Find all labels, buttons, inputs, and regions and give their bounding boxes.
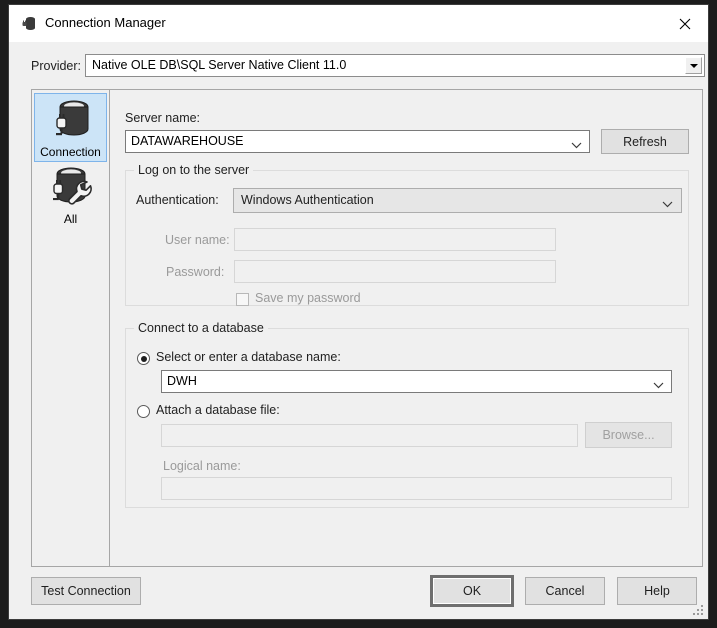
server-name-combobox[interactable]: DATAWAREHOUSE <box>125 130 590 153</box>
browse-button[interactable]: Browse... <box>585 422 672 448</box>
category-sidebar: Connection All <box>31 89 110 567</box>
user-name-label: User name: <box>165 233 230 247</box>
help-button[interactable]: Help <box>617 577 697 605</box>
chevron-down-icon <box>571 138 582 152</box>
password-field[interactable] <box>234 260 556 283</box>
save-password-checkbox[interactable] <box>236 293 249 306</box>
logon-group-caption: Log on to the server <box>134 163 254 177</box>
attach-database-radio[interactable] <box>137 405 150 418</box>
logical-name-label: Logical name: <box>163 459 241 473</box>
sidebar-item-connection[interactable]: Connection <box>34 93 107 162</box>
authentication-value: Windows Authentication <box>241 193 374 207</box>
logon-group: Log on to the server Authentication: Win… <box>125 163 689 306</box>
cancel-button[interactable]: Cancel <box>525 577 605 605</box>
database-name-combobox[interactable]: DWH <box>161 370 672 393</box>
password-label: Password: <box>166 265 225 279</box>
resize-grip[interactable] <box>692 604 704 616</box>
connection-settings-panel: Server name: DATAWAREHOUSE Refresh Log o… <box>109 89 703 567</box>
connection-manager-dialog: Connection Manager Provider: Native OLE … <box>8 4 709 620</box>
database-group-caption: Connect to a database <box>134 321 268 335</box>
user-name-field[interactable] <box>234 228 556 251</box>
close-icon[interactable] <box>662 5 708 42</box>
title-bar: Connection Manager <box>9 5 708 42</box>
select-database-radio[interactable] <box>137 352 150 365</box>
sidebar-item-label: Connection <box>40 145 101 159</box>
ok-button[interactable]: OK <box>432 577 512 605</box>
save-password-label: Save my password <box>255 291 361 305</box>
server-name-label: Server name: <box>125 111 201 125</box>
database-name-value: DWH <box>167 374 197 388</box>
authentication-label: Authentication: <box>136 193 219 207</box>
triangle-down-icon <box>689 63 698 68</box>
server-name-value: DATAWAREHOUSE <box>131 134 244 148</box>
sidebar-item-label: All <box>63 212 78 226</box>
attach-database-label: Attach a database file: <box>156 403 280 417</box>
database-plug-icon <box>35 98 106 144</box>
chevron-down-icon <box>653 378 664 392</box>
provider-combobox[interactable]: Native OLE DB\SQL Server Native Client 1… <box>85 54 705 77</box>
refresh-button[interactable]: Refresh <box>601 129 689 154</box>
select-database-label: Select or enter a database name: <box>156 350 341 364</box>
attach-file-field[interactable] <box>161 424 578 447</box>
sidebar-item-all[interactable]: All <box>34 161 107 228</box>
provider-dropdown-button[interactable] <box>685 57 702 74</box>
database-plug-icon <box>22 16 37 32</box>
provider-value: Native OLE DB\SQL Server Native Client 1… <box>92 58 347 72</box>
authentication-combobox[interactable]: Windows Authentication <box>233 188 682 213</box>
chevron-down-icon <box>662 197 673 211</box>
database-group: Connect to a database Select or enter a … <box>125 321 689 508</box>
provider-label: Provider: <box>31 59 82 73</box>
test-connection-button[interactable]: Test Connection <box>31 577 141 605</box>
logical-name-field[interactable] <box>161 477 672 500</box>
window-title: Connection Manager <box>45 15 166 30</box>
database-plug-wrench-icon <box>34 165 107 211</box>
